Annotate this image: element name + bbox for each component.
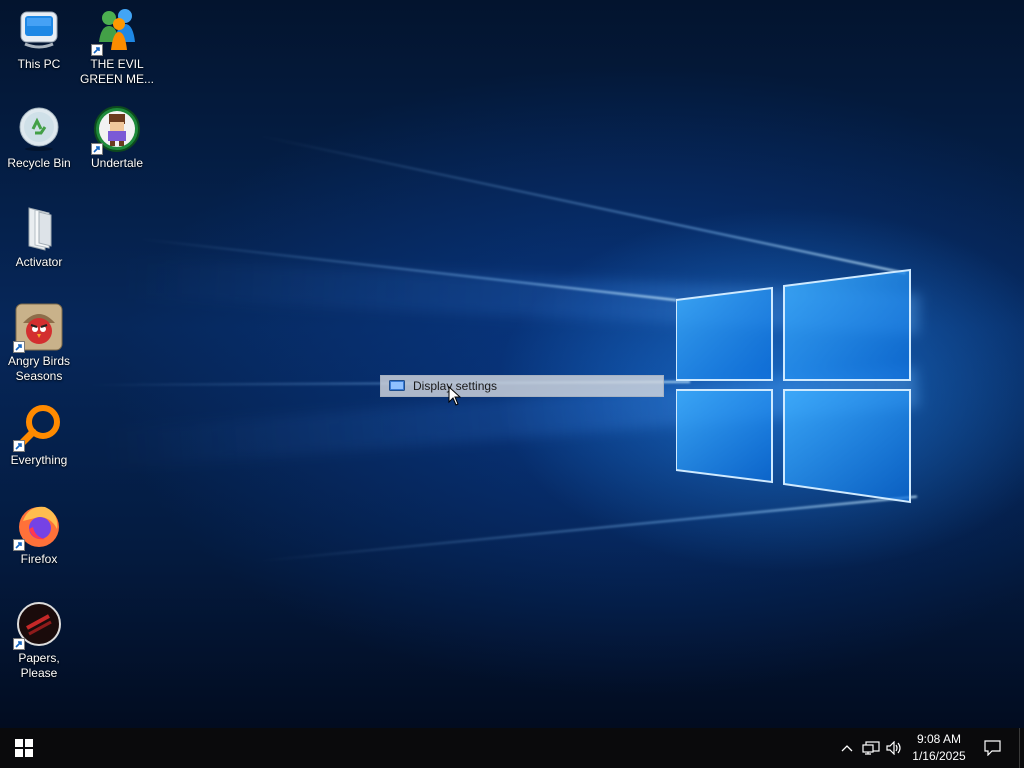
shortcut-arrow-icon [13, 638, 25, 650]
desktop-icon-angry-birds-seasons[interactable]: Angry Birds Seasons [0, 303, 78, 384]
desktop-icon-recycle-bin[interactable]: Recycle Bin [0, 105, 78, 171]
windows-logo-icon [15, 739, 33, 757]
show-hidden-icons-button[interactable] [838, 728, 856, 768]
wallpaper-beam [259, 135, 906, 275]
shortcut-arrow-icon [91, 143, 103, 155]
icon-label: Undertale [90, 156, 144, 170]
desktop-icon-this-pc[interactable]: This PC [0, 6, 78, 72]
everything-search-icon [13, 402, 63, 452]
display-icon [389, 380, 405, 392]
taskbar-clock[interactable]: 9:08 AM 1/16/2025 [904, 731, 974, 765]
wallpaper-beam [259, 495, 917, 562]
shortcut-arrow-icon [13, 341, 25, 353]
shortcut-arrow-icon [13, 440, 25, 452]
shortcut-arrow-icon [13, 539, 25, 551]
computer-icon [15, 6, 63, 54]
icon-label: Papers, Please [18, 651, 60, 680]
desktop-icon-undertale[interactable]: Undertale [78, 105, 156, 171]
icon-label: Activator [15, 255, 63, 269]
folder-icon [15, 204, 63, 252]
desktop-icon-papers-please[interactable]: Papers, Please [0, 600, 78, 681]
icon-label: Firefox [20, 552, 58, 566]
icon-label: Everything [10, 453, 68, 467]
chevron-up-icon [841, 745, 853, 752]
clock-date: 1/16/2025 [912, 749, 966, 763]
menu-item-display-settings[interactable]: Display settings [381, 376, 663, 396]
wallpaper-windows-logo [676, 268, 911, 504]
icon-label: This PC [17, 57, 61, 71]
desktop-icon-everything[interactable]: Everything [0, 402, 78, 468]
desktop[interactable]: This PC THE EVIL GREEN ME... Recycle Bin… [0, 0, 1024, 728]
messenger-icon [91, 6, 141, 56]
start-button[interactable] [0, 728, 48, 768]
clock-time: 9:08 AM [916, 732, 962, 746]
action-center-icon [983, 740, 1001, 756]
desktop-icon-firefox[interactable]: Firefox [0, 501, 78, 567]
icon-label: THE EVIL GREEN ME... [79, 57, 154, 86]
recycle-bin-icon [15, 105, 63, 153]
desktop-icon-evil-green-messenger[interactable]: THE EVIL GREEN ME... [78, 6, 156, 87]
action-center-button[interactable] [980, 728, 1004, 768]
firefox-icon [13, 501, 63, 551]
desktop-icon-activator[interactable]: Activator [0, 204, 78, 270]
show-desktop-button[interactable] [1019, 728, 1024, 768]
undertale-icon [91, 105, 141, 155]
mouse-cursor-icon [448, 386, 461, 406]
angry-birds-icon [13, 303, 63, 353]
papers-please-icon [13, 600, 63, 650]
volume-icon [886, 741, 901, 755]
icon-label: Recycle Bin [7, 156, 71, 170]
desktop-context-menu: Display settings [380, 375, 664, 397]
volume-tray-button[interactable] [884, 728, 906, 768]
network-tray-button[interactable] [860, 728, 882, 768]
icon-label: Angry Birds Seasons [7, 354, 71, 383]
shortcut-arrow-icon [91, 44, 103, 56]
taskbar: 9:08 AM 1/16/2025 [0, 728, 1024, 768]
network-icon [862, 741, 880, 755]
